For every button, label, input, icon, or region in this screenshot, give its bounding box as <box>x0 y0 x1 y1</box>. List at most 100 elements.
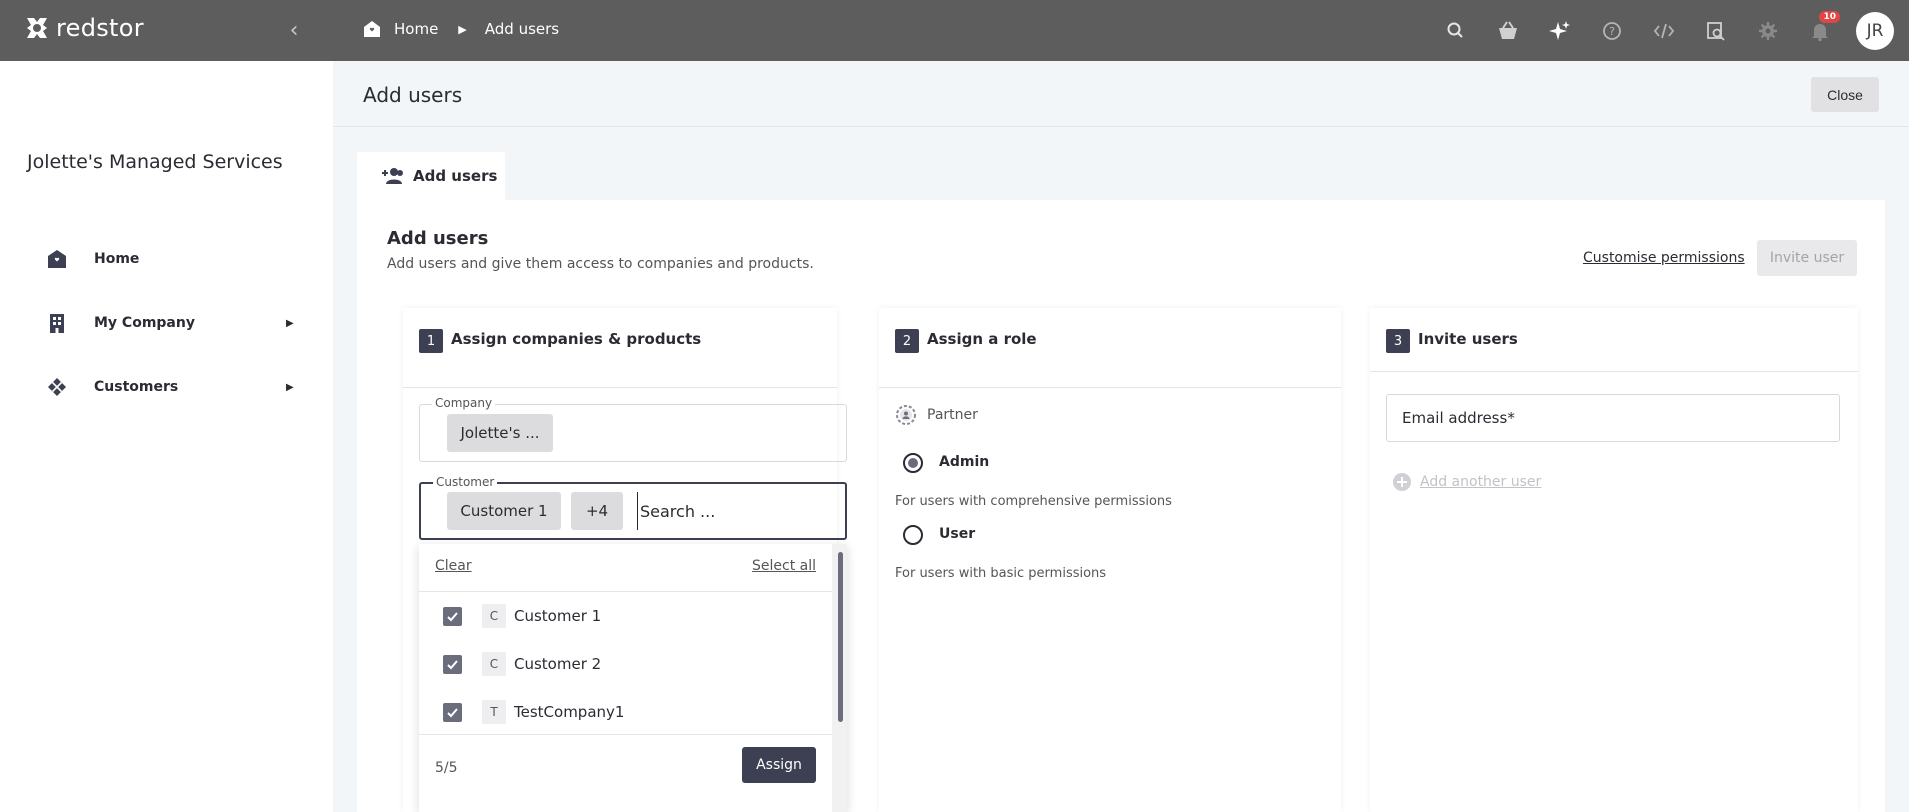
chevron-right-icon[interactable]: ▶ <box>286 382 294 393</box>
org-name: Jolette's Managed Services <box>27 151 283 173</box>
add-another-label: Add another user <box>1420 474 1542 490</box>
step-header: 2 Assign a role <box>879 308 1341 388</box>
role-description: For users with comprehensive permissions <box>895 494 1172 509</box>
check-icon <box>447 659 458 669</box>
selection-count: 5/5 <box>435 760 458 776</box>
breadcrumb: Home ▶ Add users <box>362 19 559 39</box>
assign-role-column: 2 Assign a role Partner Admin For users … <box>879 308 1341 812</box>
clear-link[interactable]: Clear <box>435 558 472 574</box>
list-item[interactable]: C Customer 1 <box>419 592 832 640</box>
close-button[interactable]: Close <box>1811 77 1879 112</box>
top-bar: redstor ‹ Home ▶ Add users ? 10 JR <box>0 0 1909 61</box>
page-title: Add users <box>363 83 463 107</box>
email-field[interactable]: Email address* <box>1386 394 1840 442</box>
check-icon <box>447 707 458 717</box>
scrollbar-thumb[interactable] <box>838 552 843 722</box>
role-label: User <box>939 526 976 542</box>
partner-icon <box>896 405 916 425</box>
user-radio[interactable] <box>903 525 923 545</box>
invite-users-column: 3 Invite users Email address* Add anothe… <box>1370 308 1858 812</box>
add-users-icon <box>382 168 403 184</box>
home-icon[interactable] <box>362 19 382 39</box>
company-chip[interactable]: Jolette's ... <box>447 414 553 452</box>
checkbox[interactable] <box>443 702 462 722</box>
step-number: 2 <box>895 329 919 353</box>
list-item[interactable]: T TestCompany1 <box>419 688 832 736</box>
add-another-user-link[interactable]: Add another user <box>1392 472 1541 492</box>
home-icon <box>48 250 66 268</box>
role-description: For users with basic permissions <box>895 566 1107 581</box>
assign-companies-column: 1 Assign companies & products Company Jo… <box>403 308 847 812</box>
bell-icon[interactable]: 10 <box>1808 10 1840 43</box>
breadcrumb-home[interactable]: Home <box>394 20 438 38</box>
step-header: 1 Assign companies & products <box>403 308 837 388</box>
invite-user-button[interactable]: Invite user <box>1757 240 1857 276</box>
customer-list: C Customer 1 C Customer 2 T TestCompany1 <box>419 592 832 736</box>
role-label: Admin <box>939 454 990 470</box>
company-legend: Company <box>432 396 496 410</box>
dropdown-footer: 5/5 Assign <box>419 734 832 802</box>
breadcrumb-current: Add users <box>484 20 560 38</box>
breadcrumb-separator-icon: ▶ <box>458 22 467 36</box>
sparkle-icon[interactable] <box>1548 19 1572 43</box>
customer-chip[interactable]: Customer 1 <box>447 492 561 530</box>
sidebar: Jolette's Managed Services Home My Compa… <box>0 61 333 812</box>
search-icon[interactable] <box>1444 19 1468 43</box>
initial-badge: C <box>482 652 506 676</box>
sidebar-nav: Home My Company ▶ Customers ▶ <box>0 227 333 419</box>
customer-field[interactable]: Customer Customer 1 +4 <box>419 475 847 540</box>
tab-label: Add users <box>413 167 498 185</box>
list-item[interactable]: C Customer 2 <box>419 640 832 688</box>
chevron-right-icon[interactable]: ▶ <box>286 318 294 329</box>
customer-legend: Customer <box>433 475 498 489</box>
customise-permissions-link[interactable]: Customise permissions <box>1583 250 1745 266</box>
customers-icon <box>48 378 66 396</box>
item-name: TestCompany1 <box>514 703 625 721</box>
inspect-icon[interactable] <box>1704 19 1728 43</box>
partner-label: Partner <box>927 407 978 423</box>
step-label: Assign a role <box>927 330 1037 348</box>
sidebar-item-home[interactable]: Home <box>0 227 333 291</box>
initial-badge: C <box>482 604 506 628</box>
plus-circle-icon <box>1393 473 1411 491</box>
company-field[interactable]: Company Jolette's ... <box>419 396 847 462</box>
partner-group: Partner <box>895 404 978 426</box>
step-label: Assign companies & products <box>451 330 702 348</box>
logo-text: redstor <box>56 14 144 42</box>
logo[interactable]: redstor <box>24 14 144 42</box>
sidebar-item-my-company[interactable]: My Company ▶ <box>0 291 333 355</box>
sidebar-item-customers[interactable]: Customers ▶ <box>0 355 333 419</box>
customer-dropdown: Clear Select all C Customer 1 C Customer… <box>419 544 847 812</box>
step-number: 1 <box>419 329 443 353</box>
item-name: Customer 1 <box>514 607 602 625</box>
assign-button[interactable]: Assign <box>742 747 816 783</box>
dropdown-scrollbar[interactable] <box>832 544 847 812</box>
checkbox[interactable] <box>443 654 462 674</box>
initial-badge: T <box>482 700 506 724</box>
basket-icon[interactable] <box>1496 19 1520 43</box>
svg-text:?: ? <box>1609 25 1615 38</box>
tab-add-users[interactable]: Add users <box>357 152 505 200</box>
checkbox[interactable] <box>443 606 462 626</box>
admin-radio[interactable] <box>903 453 923 473</box>
collapse-sidebar-icon[interactable]: ‹ <box>282 16 306 44</box>
notification-badge: 10 <box>1819 10 1840 23</box>
help-icon[interactable]: ? <box>1600 19 1624 43</box>
more-customers-chip[interactable]: +4 <box>571 492 623 530</box>
step-header: 3 Invite users <box>1370 308 1858 372</box>
check-icon <box>447 611 458 621</box>
customer-search-input[interactable] <box>637 492 827 530</box>
sidebar-item-label: Home <box>94 251 140 267</box>
dropdown-actions: Clear Select all <box>419 544 832 592</box>
sidebar-item-label: My Company <box>94 315 195 331</box>
code-icon[interactable] <box>1652 19 1676 43</box>
page-header: Add users Close <box>333 61 1909 127</box>
avatar[interactable]: JR <box>1856 11 1894 50</box>
gear-icon[interactable] <box>1756 19 1780 43</box>
step-label: Invite users <box>1418 330 1518 348</box>
step-number: 3 <box>1386 329 1410 353</box>
item-name: Customer 2 <box>514 655 602 673</box>
redstor-logo-icon <box>27 18 47 38</box>
select-all-link[interactable]: Select all <box>752 558 816 574</box>
card-title: Add users <box>387 228 489 249</box>
